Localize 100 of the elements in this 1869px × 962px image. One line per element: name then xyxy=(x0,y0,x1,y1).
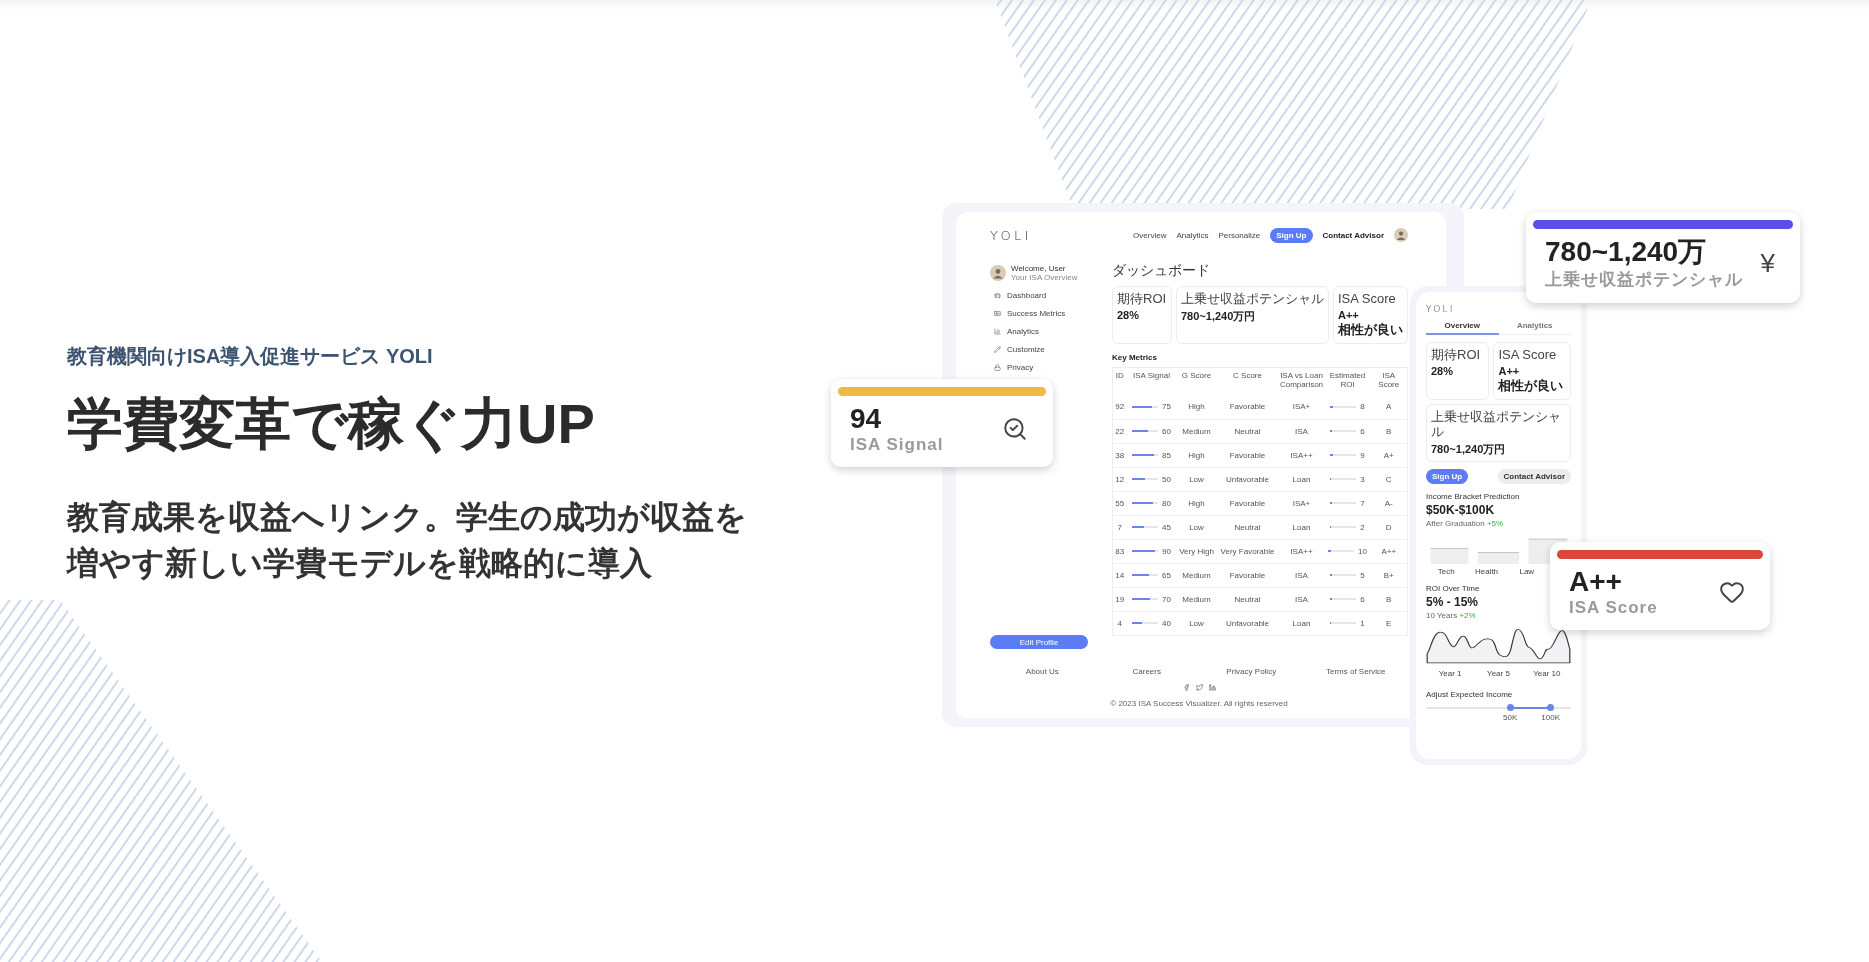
cell-value: 85 xyxy=(1162,450,1171,460)
stat-value: 780~1,240万 xyxy=(1545,237,1708,268)
heart-icon xyxy=(1719,579,1745,606)
table-cell: ISA++ xyxy=(1278,443,1325,468)
table-cell: 83 xyxy=(1112,539,1127,564)
table-cell: Medium xyxy=(1176,419,1217,444)
axis-label: Law xyxy=(1519,566,1535,576)
page-title: ダッシュボード xyxy=(1112,262,1211,280)
table-cell: Unfavorable xyxy=(1216,611,1279,636)
table-cell: ISA xyxy=(1278,563,1325,588)
cell-value: 45 xyxy=(1162,522,1171,532)
cell-value: 70 xyxy=(1162,594,1171,604)
table-cell: 19 xyxy=(1112,587,1127,612)
footer-link[interactable]: Terms of Service xyxy=(1325,667,1386,676)
slider-value: 100K xyxy=(1541,712,1561,722)
cell-value: 10 xyxy=(1358,546,1367,556)
copyright: © 2023 ISA Success Visualizer. All rights reserved xyxy=(1110,699,1288,708)
kpi-value: 28% xyxy=(1431,364,1455,377)
table-cell: Very Favorable xyxy=(1216,539,1279,564)
table-cell: ISA xyxy=(1278,587,1325,612)
roi-value: 5% - 15% xyxy=(1426,594,1480,609)
cell-value: 1 xyxy=(1360,618,1365,628)
kpi-label: 期待ROI xyxy=(1117,291,1167,307)
range-slider[interactable] xyxy=(1426,706,1571,709)
table-cell: 55 xyxy=(1112,491,1127,516)
table-cell: Medium xyxy=(1176,587,1217,612)
footer-link[interactable]: About Us xyxy=(1025,667,1059,676)
user-name: Welcome, User xyxy=(1011,264,1067,273)
search-icon xyxy=(1002,416,1028,443)
sign-up-button[interactable]: Sign Up xyxy=(1426,468,1469,484)
chart-label: Income Bracket Prediction xyxy=(1426,491,1521,501)
contact-advisor-button[interactable]: Contact Advisor xyxy=(1497,468,1571,484)
sidebar-item[interactable]: Success Metrics xyxy=(990,307,1090,320)
edit-profile-button[interactable]: Edit Profile xyxy=(990,635,1088,649)
sidebar-item[interactable]: Privacy xyxy=(990,361,1090,374)
sign-up-button[interactable]: Sign Up xyxy=(1270,227,1313,243)
slider-thumb[interactable] xyxy=(1506,704,1514,712)
nav-link[interactable]: Overview xyxy=(1133,230,1167,240)
table-cell: B xyxy=(1370,419,1408,444)
table-cell: Favorable xyxy=(1216,563,1279,588)
axis-label: Tech xyxy=(1437,566,1455,576)
facebook-icon[interactable] xyxy=(1182,684,1190,691)
table-cell: A++ xyxy=(1370,539,1408,564)
axis-label: Year 1 xyxy=(1438,668,1462,678)
nav-link[interactable]: Personalize xyxy=(1218,230,1261,240)
sidebar-item[interactable]: Analytics xyxy=(990,325,1090,338)
user-subtitle: Your ISA Overview xyxy=(1011,273,1078,282)
slider-thumb[interactable] xyxy=(1547,704,1555,712)
table-cell: Low xyxy=(1176,515,1217,540)
twitter-icon[interactable] xyxy=(1195,684,1203,691)
column-header: ISA vs Loan Comparison xyxy=(1278,367,1325,396)
table-cell: B+ xyxy=(1370,563,1408,588)
stat-label: ISA Score xyxy=(1569,597,1658,618)
table-cell: 12 xyxy=(1112,467,1127,492)
table-cell: Loan xyxy=(1278,515,1325,540)
stat-value: 94 xyxy=(850,404,883,435)
cell-value: 50 xyxy=(1162,474,1171,484)
nav-link[interactable]: Analytics xyxy=(1176,230,1209,240)
kpi-note: 相性が良い xyxy=(1498,376,1565,395)
cell-value: 75 xyxy=(1162,402,1171,412)
kpi-note: 相性が良い xyxy=(1338,320,1403,339)
sidebar-item[interactable]: Dashboard xyxy=(990,289,1090,302)
cell-value: 3 xyxy=(1360,474,1365,484)
footer-link[interactable]: Privacy Policy xyxy=(1226,667,1277,676)
table-cell: ISA xyxy=(1278,419,1325,444)
kpi-value: A++ xyxy=(1338,308,1360,321)
column-header: Estimated ROI xyxy=(1324,367,1371,396)
contact-advisor-button[interactable]: Contact Advisor xyxy=(1322,230,1384,240)
kpi-value: 28% xyxy=(1117,308,1141,321)
column-header: ID xyxy=(1112,367,1127,396)
cell-value: 65 xyxy=(1162,570,1171,580)
cell-value: 5 xyxy=(1360,570,1365,580)
table-cell: E xyxy=(1370,611,1408,636)
id-card-icon xyxy=(994,310,1001,317)
table-cell: Unfavorable xyxy=(1216,467,1279,492)
cell-value: 40 xyxy=(1162,618,1171,628)
table-cell: Neutral xyxy=(1216,587,1279,612)
column-header: ISA Signal xyxy=(1126,367,1177,396)
table-cell: 38 xyxy=(1112,443,1127,468)
table-cell: Very High xyxy=(1176,539,1217,564)
table-cell: 14 xyxy=(1112,563,1127,588)
kpi-label: ISA Score xyxy=(1338,291,1397,307)
table-cell: A- xyxy=(1370,491,1408,516)
footer-link[interactable]: Careers xyxy=(1132,667,1161,676)
table-cell: A xyxy=(1370,395,1408,420)
table-cell: Low xyxy=(1176,467,1217,492)
chart-label: ROI Over Time xyxy=(1426,583,1481,593)
table-cell: High xyxy=(1176,395,1217,420)
tab[interactable]: Overview xyxy=(1426,318,1499,335)
kpi-label: 上乗せ収益ポテンシャル xyxy=(1181,291,1324,307)
cell-value: 6 xyxy=(1360,594,1365,604)
kpi-value: A++ xyxy=(1498,364,1521,377)
sidebar-item[interactable]: Customize xyxy=(990,343,1090,356)
table-cell: Favorable xyxy=(1216,443,1279,468)
slider-value: 50K xyxy=(1503,712,1518,722)
tab[interactable]: Analytics xyxy=(1498,318,1571,335)
linkedin-icon[interactable] xyxy=(1208,684,1216,691)
kpi-value: 780~1,240万円 xyxy=(1181,308,1257,324)
headline: 学費変革で稼ぐ力UP xyxy=(67,391,596,457)
table-cell: Neutral xyxy=(1216,515,1279,540)
